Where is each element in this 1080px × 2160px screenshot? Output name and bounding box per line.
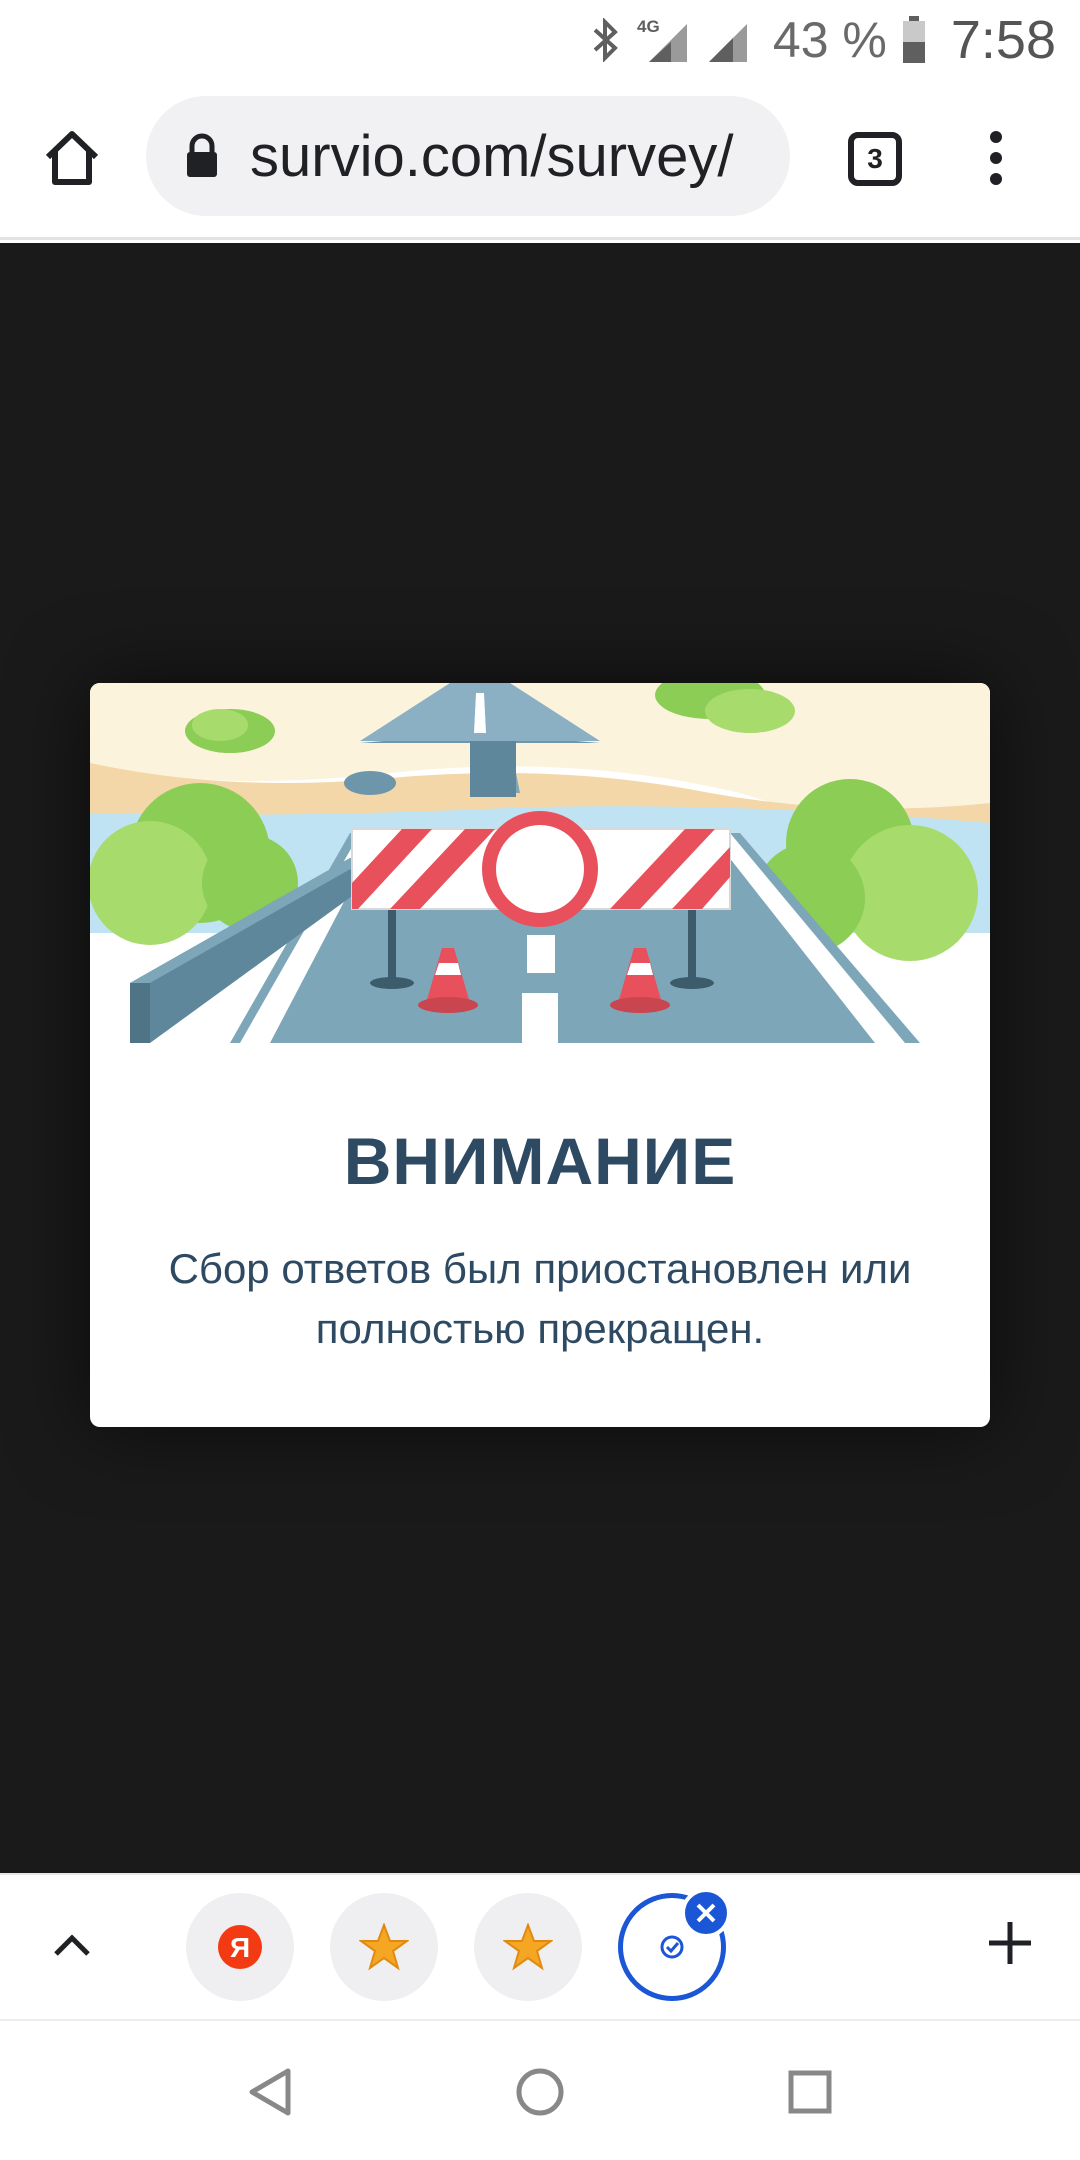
dialog-message: Сбор ответов был приостановлен или полно… [168,1245,912,1352]
close-icon [696,1903,716,1923]
status-bar: 4G 43 % 7:58 [0,0,1080,80]
home-nav-button[interactable] [505,2057,575,2127]
svg-text:Я: Я [230,1932,250,1963]
plus-icon [989,1922,1031,1964]
url-text: survio.com/survey/ [250,123,734,189]
star-icon [359,1923,409,1971]
suspended-survey-dialog: ВНИМАНИЕ Сбор ответов был приостановлен … [90,683,990,1427]
back-button[interactable] [235,2057,305,2127]
battery-icon [901,16,927,64]
svg-text:4G: 4G [637,17,660,36]
bluetooth-icon [591,18,621,62]
tab-strip: Я [0,1873,1080,2019]
road-barrier-illustration [90,683,990,1063]
more-vert-icon[interactable] [972,122,1020,194]
system-nav-bar [0,2019,1080,2160]
tab-switcher-button[interactable]: 3 [848,132,902,186]
survio-chip[interactable] [618,1888,731,2001]
new-tab-button[interactable] [980,1913,1040,1973]
signal-icon [707,16,751,64]
tab-count: 3 [867,143,883,174]
browser-toolbar: survio.com/survey/ 3 [0,80,1080,240]
yandex-icon: Я [218,1925,262,1969]
back-icon [249,2068,291,2116]
close-tab-button[interactable] [681,1888,731,1938]
dialog-title: ВНИМАНИЕ [343,1124,737,1198]
url-bar[interactable]: survio.com/survey/ [146,96,790,216]
home-icon [45,131,99,185]
chevron-up-icon [54,1934,90,1956]
bookmark-chip-1[interactable] [330,1893,438,2001]
page-content: ВНИМАНИЕ Сбор ответов был приостановлен … [0,243,1080,1873]
circle-home-icon [516,2068,564,2116]
yandex-chip[interactable]: Я [186,1893,294,2001]
lock-icon [184,131,224,181]
signal-4g-icon: 4G [635,16,693,64]
square-recents-icon [788,2070,832,2114]
bookmark-chip-2[interactable] [474,1893,582,2001]
home-button[interactable] [36,122,108,194]
recents-button[interactable] [775,2057,845,2127]
collapse-button[interactable] [42,1915,102,1975]
battery-percent: 43 % [772,12,887,68]
clock: 7:58 [950,10,1056,70]
survio-icon [660,1935,684,1959]
star-icon [503,1923,553,1971]
